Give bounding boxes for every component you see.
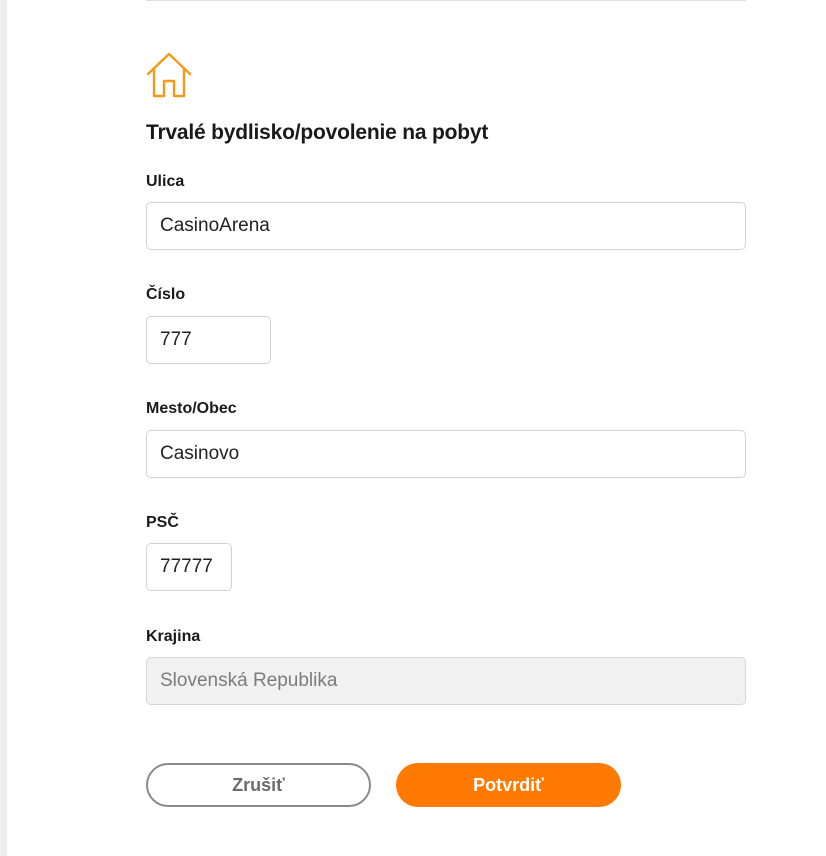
number-input[interactable] [146, 316, 271, 364]
home-icon [144, 50, 194, 100]
section-title: Trvalé bydlisko/povolenie na pobyt [146, 121, 489, 144]
zip-input[interactable] [146, 543, 232, 591]
zip-label: PSČ [146, 514, 179, 531]
left-border [0, 0, 7, 856]
city-input[interactable] [146, 430, 746, 478]
section-divider [146, 0, 746, 1]
street-label: Ulica [146, 173, 185, 190]
address-form-page: Trvalé bydlisko/povolenie na pobyt Ulica… [0, 0, 826, 856]
number-label: Číslo [146, 286, 186, 303]
street-input[interactable] [146, 202, 746, 250]
confirm-button[interactable]: Potvrdiť [396, 763, 621, 807]
country-label: Krajina [146, 628, 201, 645]
cancel-button[interactable]: Zrušiť [146, 763, 371, 807]
city-label: Mesto/Obec [146, 400, 237, 417]
country-input [146, 657, 746, 705]
